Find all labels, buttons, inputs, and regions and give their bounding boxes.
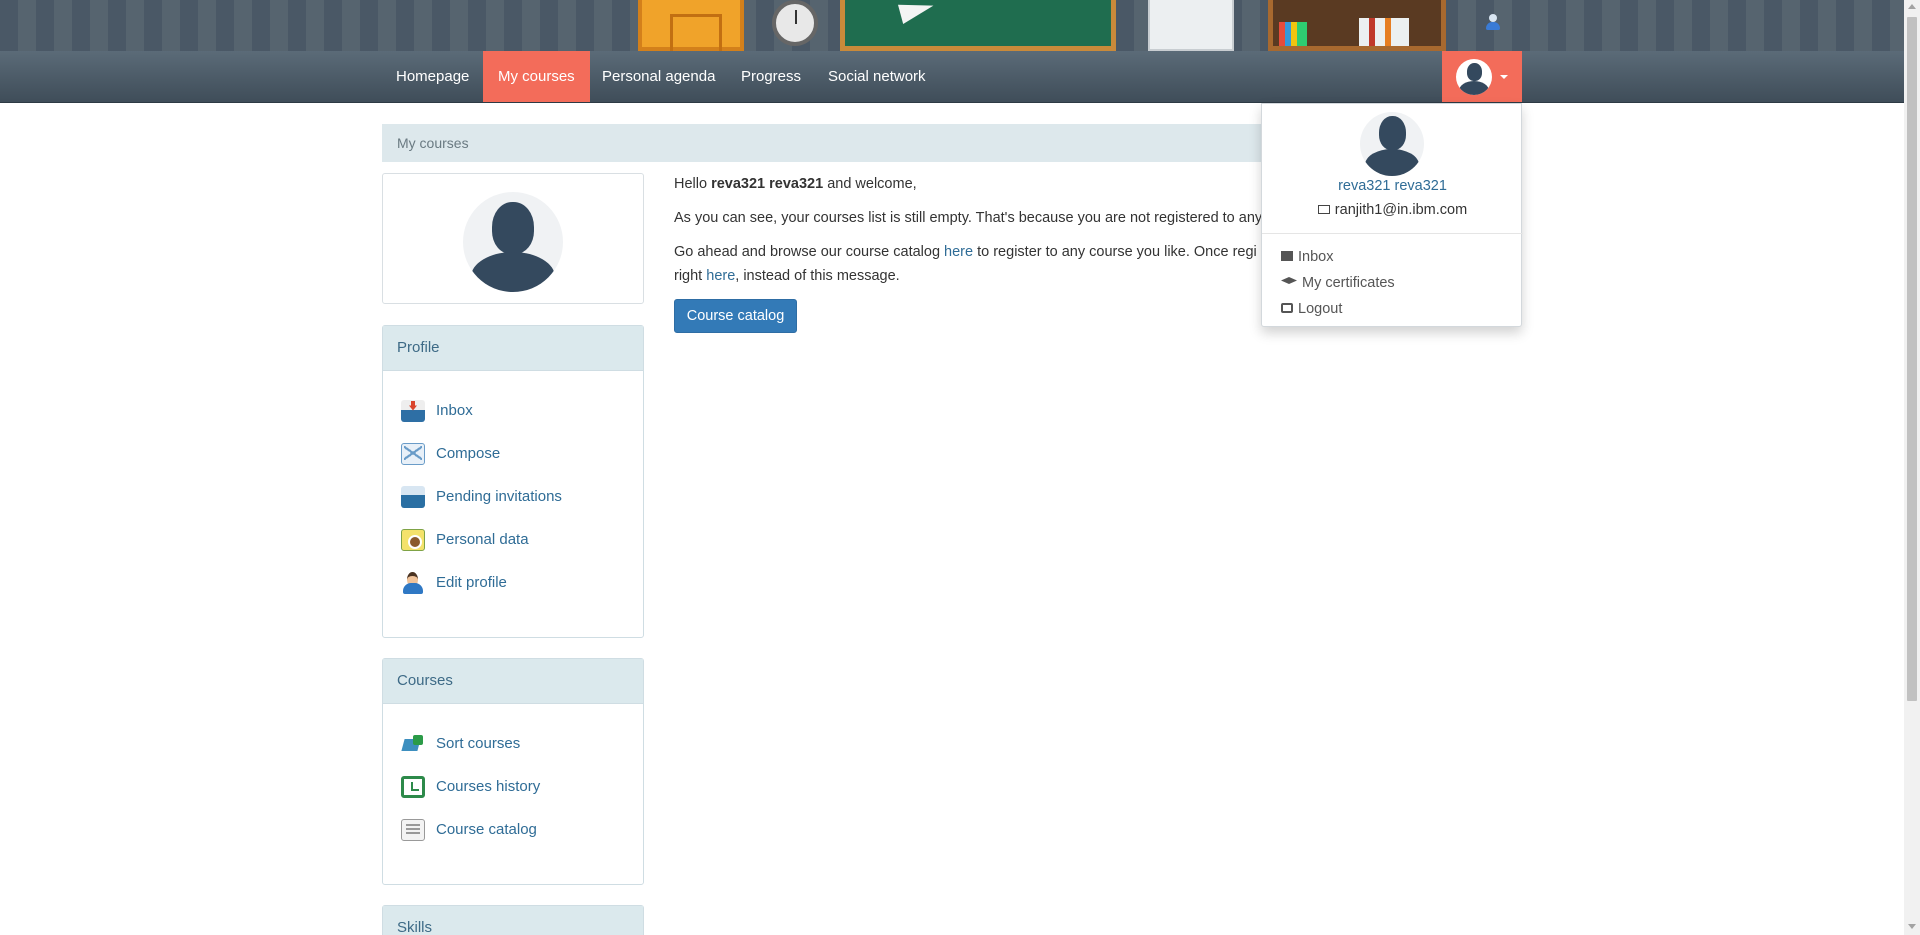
top-user-icon[interactable] [1486, 14, 1500, 30]
pending-invitations-icon [401, 485, 425, 508]
profile-link-edit-profile[interactable]: Edit profile [401, 561, 625, 604]
profile-link-inbox[interactable]: Inbox [401, 389, 625, 432]
courses-history-icon [401, 775, 425, 798]
skills-panel: Skills [382, 905, 644, 935]
courses-link-catalog[interactable]: Course catalog [401, 808, 625, 851]
courses-link-label: Sort courses [436, 735, 521, 752]
dropdown-email: ranjith1@in.ibm.com [1262, 202, 1523, 218]
scroll-down-arrow-icon[interactable] [1908, 924, 1916, 929]
envelope-icon [1317, 205, 1330, 214]
courses-link-label: Courses history [436, 778, 541, 795]
graduation-cap-icon [1281, 277, 1297, 284]
compose-icon [401, 442, 425, 465]
profile-link-label: Compose [436, 445, 501, 462]
sign-out-icon [1281, 303, 1293, 313]
courses-panel: Courses Sort courses Courses history Cou… [382, 658, 644, 885]
course-catalog-button[interactable]: Course catalog [674, 299, 797, 333]
scrollbar-thumb[interactable] [1907, 17, 1917, 701]
nav-personal-agenda[interactable]: Personal agenda [587, 51, 730, 102]
profile-panel-title: Profile [383, 326, 643, 371]
user-dropdown-menu: reva321 reva321 ranjith1@in.ibm.com Inbo… [1261, 103, 1523, 327]
profile-avatar-card [382, 173, 644, 304]
dropdown-my-certificates[interactable]: My certificates [1281, 272, 1395, 294]
nav-homepage[interactable]: Homepage [381, 51, 484, 102]
courses-here-link[interactable]: here [706, 268, 735, 284]
sort-courses-icon [401, 733, 425, 755]
nav-progress[interactable]: Progress [726, 51, 816, 102]
profile-link-label: Personal data [436, 531, 529, 548]
course-catalog-icon [401, 818, 425, 841]
personal-data-icon [401, 528, 425, 551]
edit-profile-icon [401, 571, 425, 594]
profile-link-compose[interactable]: Compose [401, 432, 625, 475]
main-navbar: Homepage My courses Personal agenda Prog… [0, 51, 1904, 103]
profile-panel: Profile Inbox Compose Pending invitation… [382, 325, 644, 638]
profile-link-personal-data[interactable]: Personal data [401, 518, 625, 561]
dropdown-avatar [1360, 112, 1424, 176]
welcome-username: reva321 reva321 [711, 176, 824, 192]
page-scrollbar[interactable] [1904, 0, 1920, 935]
envelope-icon [1281, 251, 1293, 261]
profile-link-pending-invitations[interactable]: Pending invitations [401, 475, 625, 518]
bookshelf-illustration [1268, 0, 1446, 51]
profile-link-label: Pending invitations [436, 488, 562, 505]
profile-link-label: Inbox [436, 402, 473, 419]
dropdown-inbox[interactable]: Inbox [1281, 246, 1333, 268]
courses-link-label: Course catalog [436, 821, 537, 838]
catalog-here-link[interactable]: here [944, 244, 973, 260]
door-illustration [638, 0, 744, 51]
profile-link-label: Edit profile [436, 574, 507, 591]
chevron-down-icon [1500, 75, 1508, 79]
courses-panel-title: Courses [383, 659, 643, 704]
paper-illustration [1148, 0, 1234, 51]
breadcrumb-current: My courses [397, 135, 469, 151]
clock-illustration [772, 0, 818, 46]
chalkboard-illustration [840, 0, 1116, 51]
user-avatar-icon [1456, 59, 1492, 95]
dropdown-logout[interactable]: Logout [1281, 298, 1342, 320]
avatar [463, 192, 563, 292]
header-banner [0, 0, 1904, 51]
user-menu-toggle[interactable] [1442, 51, 1522, 102]
nav-my-courses[interactable]: My courses [483, 51, 590, 102]
inbox-icon [401, 399, 425, 422]
nav-social-network[interactable]: Social network [813, 51, 941, 102]
dropdown-username[interactable]: reva321 reva321 [1262, 178, 1523, 194]
courses-link-history[interactable]: Courses history [401, 765, 625, 808]
skills-panel-title: Skills [383, 906, 643, 935]
courses-link-sort[interactable]: Sort courses [401, 722, 625, 765]
scroll-up-arrow-icon[interactable] [1908, 4, 1916, 9]
dropdown-divider [1262, 233, 1523, 234]
